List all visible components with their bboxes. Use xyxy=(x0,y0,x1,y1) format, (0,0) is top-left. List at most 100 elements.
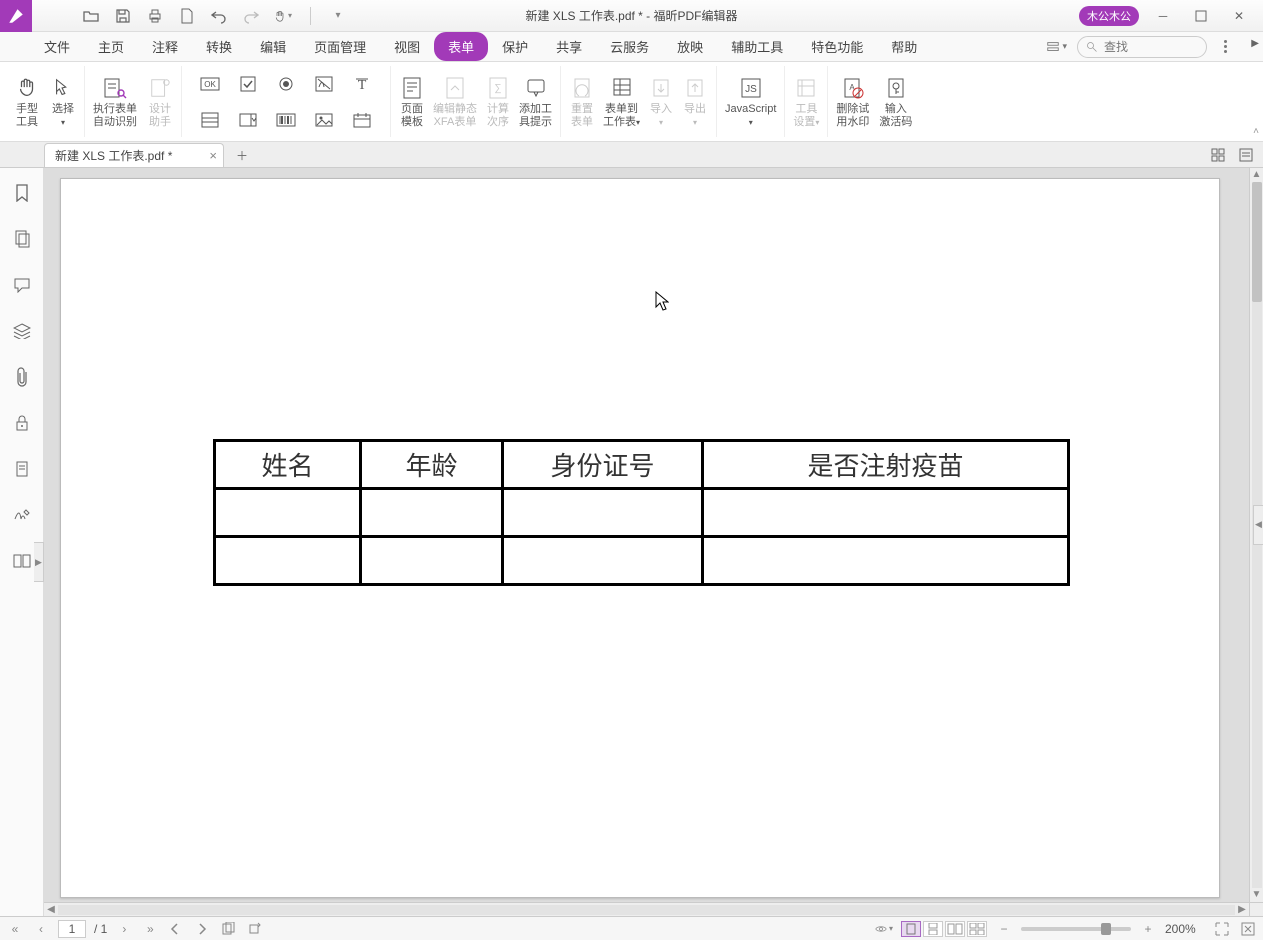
menu-home[interactable]: 主页 xyxy=(84,32,138,61)
single-page-icon[interactable] xyxy=(901,921,921,937)
sign-field-icon[interactable] xyxy=(313,73,335,95)
first-page-icon[interactable]: « xyxy=(6,920,24,938)
visibility-icon[interactable]: ▾ xyxy=(875,920,893,938)
page-canvas[interactable]: 姓名 年龄 身份证号 是否注射疫苗 xyxy=(60,178,1220,898)
radio-icon[interactable] xyxy=(275,73,297,95)
date-field-icon[interactable] xyxy=(351,109,373,131)
scroll-right-icon[interactable]: ▶ xyxy=(1235,904,1249,915)
print-icon[interactable] xyxy=(146,7,164,25)
fields-panel-icon[interactable] xyxy=(11,458,33,480)
listbox-icon[interactable] xyxy=(199,109,221,131)
zoom-slider[interactable] xyxy=(1021,927,1131,931)
menu-protect[interactable]: 保护 xyxy=(488,32,542,61)
hand-tool-button[interactable]: 手型 工具 xyxy=(14,75,40,129)
menu-assist[interactable]: 辅助工具 xyxy=(717,32,797,61)
tooltip-button[interactable]: 添加工 具提示 xyxy=(519,75,552,129)
document-view[interactable]: 姓名 年龄 身份证号 是否注射疫苗 ▲ ▼ ◀ ▶ xyxy=(44,168,1263,916)
menu-feature[interactable]: 特色功能 xyxy=(797,32,877,61)
search-input[interactable] xyxy=(1104,40,1194,54)
prev-page-icon[interactable]: ‹ xyxy=(32,920,50,938)
menu-file[interactable]: 文件 xyxy=(30,32,84,61)
user-badge[interactable]: 木公木公 xyxy=(1079,6,1139,26)
save-icon[interactable] xyxy=(114,7,132,25)
security-panel-icon[interactable] xyxy=(11,412,33,434)
svg-text:JS: JS xyxy=(745,84,757,95)
rotate-page-icon[interactable] xyxy=(245,920,263,938)
zoom-value[interactable]: 200% xyxy=(1165,922,1205,936)
nav-back-icon[interactable] xyxy=(167,920,185,938)
select-tool-button[interactable]: 选择▾ xyxy=(50,75,76,129)
maximize-button[interactable] xyxy=(1187,4,1215,28)
two-continuous-icon[interactable] xyxy=(967,921,987,937)
left-sidebar: ▶ xyxy=(0,168,44,916)
page-number-input[interactable]: 1 xyxy=(58,920,86,938)
open-icon[interactable] xyxy=(82,7,100,25)
settings-dropdown-icon[interactable]: ▾ xyxy=(1046,40,1067,54)
table-cell xyxy=(361,489,503,537)
nav-fwd-icon[interactable] xyxy=(193,920,211,938)
right-panel-expand-icon[interactable]: ◀ xyxy=(1253,505,1263,545)
qat-dropdown-icon[interactable]: ▾ xyxy=(329,7,347,25)
ribbon-collapse-icon[interactable]: ˄ xyxy=(1253,126,1259,137)
copy-page-icon[interactable] xyxy=(219,920,237,938)
menu-help[interactable]: 帮助 xyxy=(877,32,931,61)
scroll-thumb[interactable] xyxy=(1252,182,1262,302)
continuous-page-icon[interactable] xyxy=(923,921,943,937)
search-box[interactable] xyxy=(1077,36,1207,58)
scroll-up-icon[interactable]: ▲ xyxy=(1250,168,1263,182)
menu-convert[interactable]: 转换 xyxy=(192,32,246,61)
zoom-out-icon[interactable]: − xyxy=(995,920,1013,938)
reading-mode-icon[interactable] xyxy=(1237,146,1255,164)
pages-panel-icon[interactable] xyxy=(11,228,33,250)
barcode-icon[interactable] xyxy=(275,109,297,131)
page-template-button[interactable]: 页面 模板 xyxy=(399,75,425,129)
menu-edit[interactable]: 编辑 xyxy=(246,32,300,61)
auto-recognize-button[interactable]: 执行表单 自动识别 xyxy=(93,75,137,129)
next-page-icon[interactable]: › xyxy=(115,920,133,938)
comments-panel-icon[interactable] xyxy=(11,274,33,296)
combobox-icon[interactable] xyxy=(237,109,259,131)
zoom-in-icon[interactable]: + xyxy=(1139,920,1157,938)
menu-share[interactable]: 共享 xyxy=(542,32,596,61)
undo-icon[interactable] xyxy=(210,7,228,25)
attachments-panel-icon[interactable] xyxy=(11,366,33,388)
compare-panel-icon[interactable] xyxy=(11,550,33,572)
menu-annotate[interactable]: 注释 xyxy=(138,32,192,61)
layers-panel-icon[interactable] xyxy=(11,320,33,342)
minimize-button[interactable]: ─ xyxy=(1149,4,1177,28)
scroll-down-icon[interactable]: ▼ xyxy=(1250,888,1263,902)
activate-button[interactable]: 输入 激活码 xyxy=(879,75,912,129)
tab-close-icon[interactable]: × xyxy=(209,148,217,163)
text-field-icon[interactable]: OK xyxy=(199,73,221,95)
more-menu-icon[interactable] xyxy=(1217,40,1233,53)
fullscreen-icon[interactable] xyxy=(1239,920,1257,938)
menu-present[interactable]: 放映 xyxy=(663,32,717,61)
menu-form[interactable]: 表单 xyxy=(434,32,488,61)
menu-page[interactable]: 页面管理 xyxy=(300,32,380,61)
add-tab-button[interactable]: ＋ xyxy=(230,143,254,167)
menu-expand-icon[interactable]: ▶ xyxy=(1251,38,1259,49)
thumbnail-view-icon[interactable] xyxy=(1209,146,1227,164)
text-icon[interactable]: T xyxy=(351,73,373,95)
redo-icon[interactable] xyxy=(242,7,260,25)
horizontal-scrollbar[interactable]: ◀ ▶ xyxy=(44,902,1249,916)
menu-view[interactable]: 视图 xyxy=(380,32,434,61)
signature-panel-icon[interactable] xyxy=(11,504,33,526)
fit-width-icon[interactable] xyxy=(1213,920,1231,938)
javascript-button[interactable]: JSJavaScript▾ xyxy=(725,75,776,129)
checkbox-icon[interactable] xyxy=(237,73,259,95)
remove-watermark-button[interactable]: A删除试 用水印 xyxy=(836,75,869,129)
hand-qat-icon[interactable]: ▾ xyxy=(274,7,292,25)
image-field-icon[interactable] xyxy=(313,109,335,131)
document-tab[interactable]: 新建 XLS 工作表.pdf * × xyxy=(44,143,224,167)
bookmark-panel-icon[interactable] xyxy=(11,182,33,204)
zoom-knob[interactable] xyxy=(1101,923,1111,935)
sidebar-expand-icon[interactable]: ▶ xyxy=(34,542,44,582)
page-icon[interactable] xyxy=(178,7,196,25)
to-sheet-button[interactable]: 表单到 工作表▾ xyxy=(603,75,640,129)
scroll-left-icon[interactable]: ◀ xyxy=(44,904,58,915)
menu-cloud[interactable]: 云服务 xyxy=(596,32,663,61)
close-button[interactable]: ✕ xyxy=(1225,4,1253,28)
two-page-icon[interactable] xyxy=(945,921,965,937)
last-page-icon[interactable]: » xyxy=(141,920,159,938)
